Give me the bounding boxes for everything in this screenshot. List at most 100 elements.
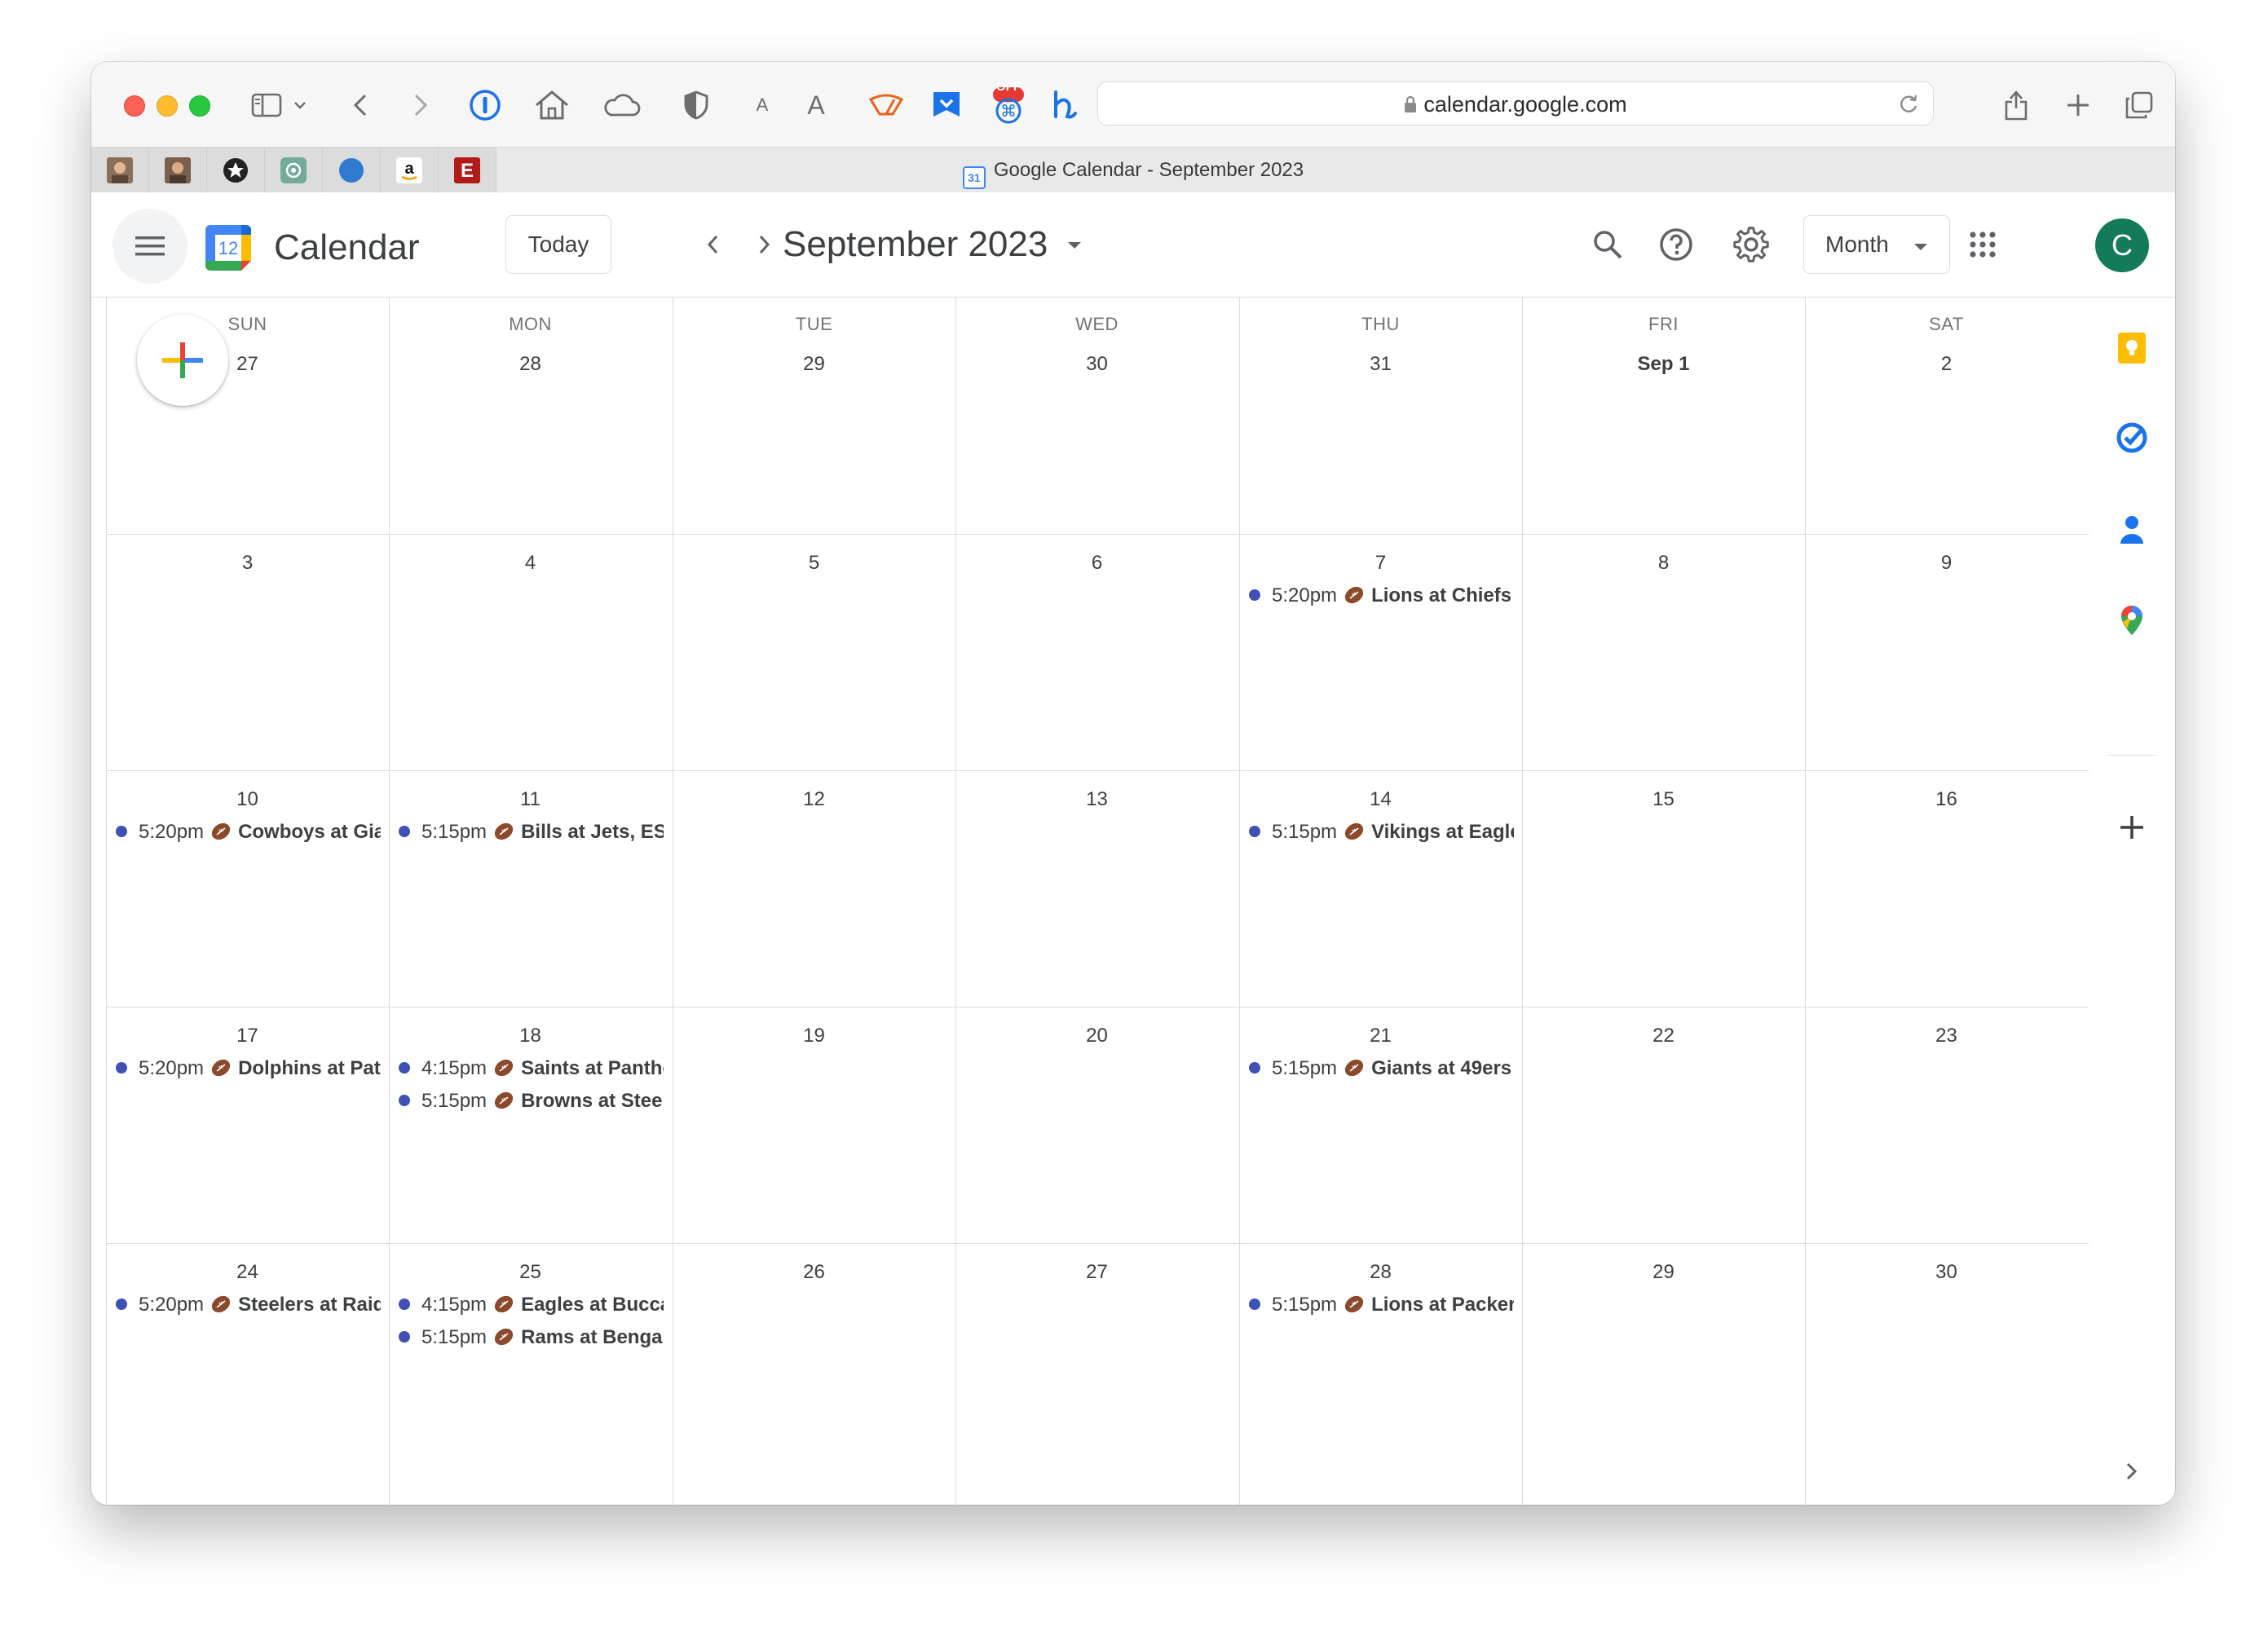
calendar-event[interactable]: 5:15pm Vikings at Eagles: [1246, 818, 1514, 847]
day-cell[interactable]: 10: [106, 770, 389, 1007]
calendar-event[interactable]: 5:20pm Steelers at Raiders: [113, 1290, 381, 1320]
honey-icon[interactable]: [1045, 83, 1083, 127]
add-addon-icon[interactable]: [2116, 811, 2148, 844]
reload-icon[interactable]: [1897, 92, 1920, 119]
pinned-tab-avatar-2[interactable]: [149, 148, 207, 193]
day-number[interactable]: 7: [1239, 552, 1522, 575]
day-cell[interactable]: 30: [1805, 1243, 2088, 1505]
day-number[interactable]: 27: [955, 1261, 1238, 1284]
cloud-icon[interactable]: [597, 83, 646, 127]
day-number[interactable]: 23: [1805, 1025, 2088, 1047]
day-cell[interactable]: 20: [955, 1007, 1238, 1243]
day-number[interactable]: 19: [673, 1025, 955, 1047]
pinned-tab-star[interactable]: [207, 148, 265, 193]
day-cell[interactable]: 19: [673, 1007, 955, 1243]
main-menu-button[interactable]: [113, 209, 188, 284]
current-month-title[interactable]: September 2023: [783, 218, 1048, 271]
day-cell[interactable]: 17: [106, 1007, 389, 1243]
calendar-event[interactable]: 5:15pm Giants at 49ers: [1246, 1054, 1514, 1083]
day-number[interactable]: 3: [106, 552, 389, 575]
previous-month-button[interactable]: [695, 227, 730, 262]
calendar-event[interactable]: 5:15pm Bills at Jets, ESPN: [395, 818, 664, 847]
day-cell[interactable]: WED 30: [955, 298, 1238, 534]
day-number[interactable]: 18: [389, 1025, 672, 1047]
day-number[interactable]: 31: [1239, 353, 1522, 376]
wiper-icon[interactable]: [866, 83, 907, 127]
help-button[interactable]: [1655, 223, 1697, 266]
pinned-tab-avatar-1[interactable]: [91, 148, 149, 193]
day-cell[interactable]: MON 28: [389, 298, 672, 534]
pinned-tab-espn[interactable]: E: [439, 148, 496, 193]
day-number[interactable]: 30: [955, 353, 1238, 376]
day-cell[interactable]: 27: [955, 1243, 1238, 1505]
account-avatar[interactable]: C: [2095, 218, 2149, 272]
calendar-event[interactable]: 5:15pm Browns at Steelers: [395, 1087, 664, 1116]
day-cell[interactable]: 23: [1805, 1007, 2088, 1243]
pinned-tab-openai[interactable]: [265, 148, 323, 193]
day-number[interactable]: 6: [955, 552, 1238, 575]
sidebar-toggle-icon[interactable]: [246, 83, 287, 127]
calendar-event[interactable]: 4:15pm Saints at Panthers: [395, 1054, 664, 1083]
onepassword-icon[interactable]: [466, 83, 504, 127]
day-cell[interactable]: 6: [955, 534, 1238, 770]
day-number[interactable]: 11: [389, 788, 672, 811]
new-tab-icon[interactable]: [2061, 83, 2095, 127]
calendar-event[interactable]: 4:15pm Eagles at Buccaneers: [395, 1290, 664, 1320]
day-number[interactable]: 8: [1522, 552, 1805, 575]
day-cell[interactable]: THU 31: [1239, 298, 1522, 534]
day-number[interactable]: 14: [1239, 788, 1522, 811]
day-cell[interactable]: 22: [1522, 1007, 1805, 1243]
text-smaller-icon[interactable]: A: [750, 83, 774, 127]
day-cell[interactable]: 15: [1522, 770, 1805, 1007]
day-cell[interactable]: 26: [673, 1243, 955, 1505]
share-icon[interactable]: [1999, 83, 2033, 127]
day-cell[interactable]: 9: [1805, 534, 2088, 770]
tab-overview-icon[interactable]: [2121, 83, 2157, 127]
calendar-event[interactable]: 5:15pm Lions at Packers: [1246, 1290, 1514, 1320]
text-larger-icon[interactable]: A: [802, 83, 830, 127]
day-cell[interactable]: 28: [1239, 1243, 1522, 1505]
zoom-window-button[interactable]: [189, 95, 210, 117]
home-icon[interactable]: [532, 83, 572, 127]
day-cell[interactable]: 3: [106, 534, 389, 770]
day-number[interactable]: 10: [106, 788, 389, 811]
view-switcher-button[interactable]: Month: [1803, 215, 1950, 274]
day-cell[interactable]: SAT 2: [1805, 298, 2088, 534]
calendar-logo-icon[interactable]: 12: [202, 222, 254, 274]
day-number[interactable]: 30: [1805, 1261, 2088, 1284]
chevron-down-icon[interactable]: [290, 83, 310, 127]
minimize-window-button[interactable]: [157, 95, 178, 117]
day-number[interactable]: 20: [955, 1025, 1238, 1047]
keep-icon[interactable]: [2116, 332, 2148, 364]
shield-icon[interactable]: [680, 83, 713, 127]
address-bar[interactable]: calendar.google.com: [1097, 82, 1934, 126]
close-window-button[interactable]: [124, 95, 145, 117]
forward-icon[interactable]: [404, 83, 437, 127]
day-cell[interactable]: 13: [955, 770, 1238, 1007]
day-number[interactable]: 15: [1522, 788, 1805, 811]
day-number[interactable]: 12: [673, 788, 955, 811]
contacts-icon[interactable]: [2116, 513, 2148, 545]
day-number[interactable]: 25: [389, 1261, 672, 1284]
day-cell[interactable]: 4: [389, 534, 672, 770]
day-cell[interactable]: TUE 29: [673, 298, 955, 534]
day-cell[interactable]: 21: [1239, 1007, 1522, 1243]
back-icon[interactable]: [344, 83, 377, 127]
calendar-event[interactable]: 5:20pm Cowboys at Giants: [113, 818, 381, 847]
day-number[interactable]: 21: [1239, 1025, 1522, 1047]
pinned-tab-blue[interactable]: [323, 148, 381, 193]
day-number[interactable]: Sep 1: [1522, 353, 1805, 376]
day-number[interactable]: 26: [673, 1261, 955, 1284]
day-number[interactable]: 17: [106, 1025, 389, 1047]
search-button[interactable]: [1586, 223, 1629, 266]
day-number[interactable]: 5: [673, 552, 955, 575]
pinned-tab-amazon[interactable]: a: [381, 148, 439, 193]
tasks-icon[interactable]: [2116, 421, 2148, 454]
settings-button[interactable]: [1730, 223, 1772, 266]
next-month-button[interactable]: [747, 227, 783, 262]
create-event-button[interactable]: [137, 315, 228, 406]
day-cell[interactable]: 8: [1522, 534, 1805, 770]
day-number[interactable]: 2: [1805, 353, 2088, 376]
day-cell[interactable]: 11: [389, 770, 672, 1007]
day-number[interactable]: 29: [1522, 1261, 1805, 1284]
